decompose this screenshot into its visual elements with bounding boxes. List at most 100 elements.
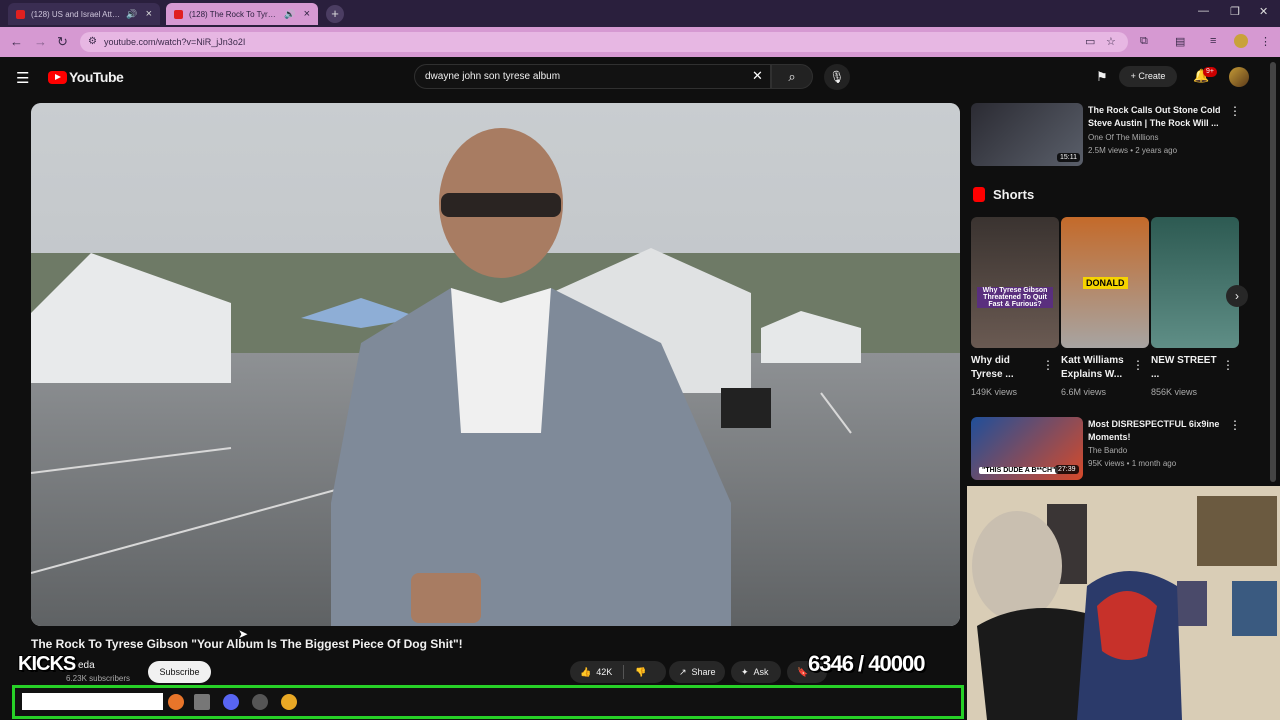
video-duration: 27:39 bbox=[1055, 465, 1079, 474]
back-icon[interactable]: ← bbox=[10, 34, 23, 49]
recommendation-title[interactable]: The Rock Calls Out Stone Cold Steve Aust… bbox=[1088, 104, 1228, 130]
webcam-frame bbox=[967, 486, 1280, 720]
browser-menu-icon[interactable]: ⋮ bbox=[1260, 35, 1271, 48]
site-info-icon[interactable]: ⚙ bbox=[88, 32, 97, 52]
browser-tab[interactable]: (128) US and Israel Attack In 🔊 × bbox=[8, 3, 160, 25]
reload-icon[interactable]: ↻ bbox=[57, 34, 68, 50]
more-actions-icon[interactable]: ⋮ bbox=[1229, 418, 1241, 432]
logo-text: YouTube bbox=[69, 69, 124, 85]
account-avatar[interactable] bbox=[1229, 67, 1249, 87]
microphone-icon: 🎙 bbox=[829, 70, 845, 84]
like-dislike-pill: 👍 42K 👎 bbox=[570, 661, 666, 683]
close-tab-icon[interactable]: × bbox=[304, 8, 310, 20]
restore-icon[interactable]: ❐ bbox=[1230, 5, 1240, 18]
short-thumbnail[interactable]: Why Tyrese Gibson Threatened To Quit Fas… bbox=[971, 217, 1059, 348]
cast-to-tv-icon[interactable]: ⚑ bbox=[1096, 69, 1108, 85]
video-duration: 15:11 bbox=[1057, 153, 1080, 162]
youtube-logo[interactable]: YouTube bbox=[48, 69, 124, 85]
more-actions-icon[interactable]: ⋮ bbox=[1229, 104, 1241, 118]
menu-icon[interactable]: ☰ bbox=[16, 69, 29, 87]
chrome-icon[interactable] bbox=[281, 694, 297, 710]
youtube-favicon-icon bbox=[174, 9, 183, 19]
cast-icon[interactable]: ▭ bbox=[1085, 35, 1095, 48]
like-icon[interactable]: 👍 bbox=[580, 661, 591, 683]
short-thumbnail[interactable]: DONALD bbox=[1061, 217, 1149, 348]
short-title[interactable]: Katt Williams Explains W... bbox=[1061, 354, 1129, 382]
recommendation-thumbnail[interactable]: "THIS DUDE A B**CH" 27:39 bbox=[971, 417, 1083, 480]
forward-icon[interactable]: → bbox=[34, 34, 47, 49]
discord-icon[interactable] bbox=[223, 694, 239, 710]
recommendation-meta: 95K views • 1 month ago bbox=[1088, 459, 1177, 468]
short-views: 149K views bbox=[971, 387, 1018, 397]
dislike-icon[interactable]: 👎 bbox=[635, 661, 646, 683]
minimize-icon[interactable]: — bbox=[1198, 5, 1209, 17]
tab-title: (128) US and Israel Attack In bbox=[31, 9, 121, 19]
obs-icon[interactable] bbox=[252, 694, 268, 710]
sparkle-icon: ✦ bbox=[741, 667, 749, 677]
address-bar[interactable]: ⚙ youtube.com/watch?v=NiR_jJn3o2I bbox=[80, 32, 1128, 52]
shorts-logo-icon bbox=[973, 187, 985, 202]
new-tab-button[interactable]: + bbox=[326, 5, 344, 23]
clear-search-icon[interactable]: ✕ bbox=[752, 68, 763, 84]
youtube-play-icon bbox=[48, 70, 67, 84]
create-label: Create bbox=[1138, 71, 1166, 81]
notification-count-badge: 9+ bbox=[1203, 67, 1217, 77]
like-count[interactable]: 42K bbox=[596, 661, 612, 683]
recommendation-title[interactable]: Most DISRESPECTFUL 6ix9ine Moments! bbox=[1088, 418, 1228, 444]
taskbar-app-icon[interactable] bbox=[168, 694, 184, 710]
video-player[interactable] bbox=[31, 103, 960, 626]
recommendation-thumbnail[interactable]: 15:11 bbox=[971, 103, 1083, 166]
more-actions-icon[interactable]: ⋮ bbox=[1042, 358, 1054, 372]
shorts-next-button[interactable]: › bbox=[1226, 285, 1248, 307]
recommendation-meta: 2.5M views • 2 years ago bbox=[1088, 146, 1178, 155]
subscriber-count: 6.23K subscribers bbox=[66, 674, 131, 683]
reading-list-icon[interactable]: ≡ bbox=[1210, 35, 1216, 47]
recommendation-channel[interactable]: One Of The Millions bbox=[1088, 133, 1159, 142]
url-text: youtube.com/watch?v=NiR_jJn3o2I bbox=[104, 37, 246, 47]
short-overlay-text: DONALD bbox=[1083, 277, 1128, 289]
channel-name[interactable]: eda bbox=[78, 660, 95, 671]
short-title[interactable]: NEW STREET ... bbox=[1151, 354, 1219, 382]
kicks-overlay-label: KICKS bbox=[18, 653, 76, 675]
share-icon: ↗ bbox=[679, 667, 687, 677]
ask-label: Ask bbox=[753, 667, 769, 677]
goal-counter-overlay: 6346 / 40000 bbox=[808, 651, 925, 676]
side-panel-icon[interactable]: ▤ bbox=[1175, 35, 1185, 48]
divider bbox=[623, 665, 625, 679]
youtube-favicon-icon bbox=[16, 9, 25, 19]
extensions-icon[interactable]: ⧉ bbox=[1140, 35, 1148, 48]
bookmark-star-icon[interactable]: ☆ bbox=[1106, 35, 1116, 48]
short-overlay-text: Why Tyrese Gibson Threatened To Quit Fas… bbox=[977, 287, 1053, 308]
close-window-icon[interactable]: ✕ bbox=[1259, 5, 1268, 18]
share-button[interactable]: ↗ Share bbox=[669, 661, 725, 683]
speaker-icon[interactable]: 🔊 bbox=[284, 9, 295, 20]
bookmark-icon: 🔖 bbox=[797, 667, 809, 677]
short-thumbnail[interactable] bbox=[1151, 217, 1239, 348]
more-actions-icon[interactable]: ⋮ bbox=[1132, 358, 1144, 372]
share-label: Share bbox=[691, 667, 716, 677]
subscribe-button[interactable]: Subscribe bbox=[148, 661, 211, 683]
browser-tab-active[interactable]: (128) The Rock To Tyrese G 🔊 × bbox=[166, 3, 318, 25]
browser-profile-avatar[interactable] bbox=[1234, 34, 1248, 48]
ask-button[interactable]: ✦ Ask bbox=[731, 661, 781, 683]
thumbnail-overlay-text: "THIS DUDE A B**CH" bbox=[979, 467, 1059, 474]
create-button[interactable]: + Create bbox=[1119, 66, 1177, 87]
page-scrollbar[interactable] bbox=[1270, 62, 1276, 482]
speaker-icon[interactable]: 🔊 bbox=[126, 9, 137, 20]
video-frame bbox=[31, 103, 960, 626]
search-input[interactable]: dwayne john son tyrese album bbox=[414, 64, 771, 89]
voice-search-button[interactable]: 🎙 bbox=[824, 64, 850, 90]
short-views: 6.6M views bbox=[1061, 387, 1107, 397]
search-icon: ⌕ bbox=[788, 69, 796, 84]
file-explorer-icon[interactable] bbox=[194, 694, 210, 710]
recommendation-channel[interactable]: The Bando bbox=[1088, 446, 1127, 455]
short-title[interactable]: Why did Tyrese ... bbox=[971, 354, 1039, 382]
tab-title: (128) The Rock To Tyrese G bbox=[189, 9, 279, 19]
close-tab-icon[interactable]: × bbox=[146, 8, 152, 20]
search-button[interactable]: ⌕ bbox=[771, 64, 813, 89]
more-actions-icon[interactable]: ⋮ bbox=[1222, 358, 1234, 372]
shorts-heading: Shorts bbox=[993, 187, 1035, 202]
webcam-overlay bbox=[967, 486, 1280, 720]
stream-overlay-input-box bbox=[22, 693, 163, 710]
short-views: 856K views bbox=[1151, 387, 1198, 397]
